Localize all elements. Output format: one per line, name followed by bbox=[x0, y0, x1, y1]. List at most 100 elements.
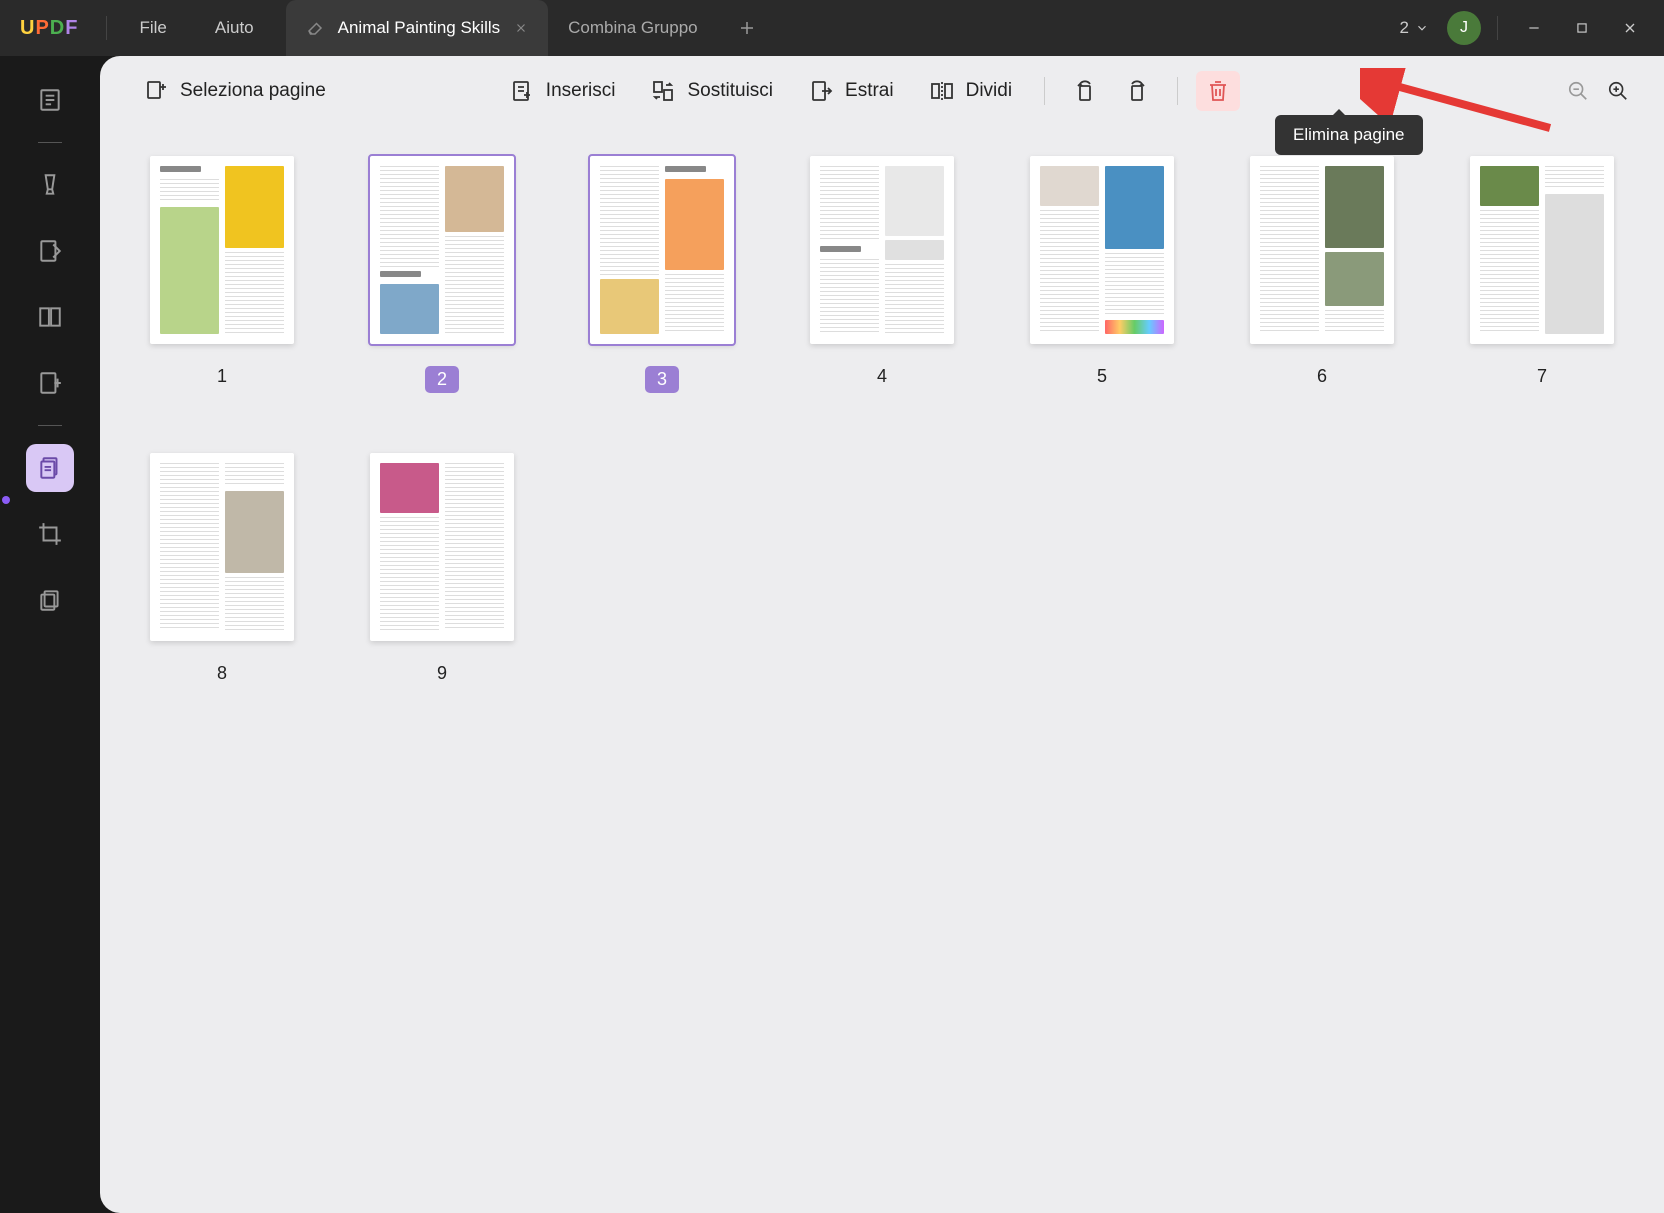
extract-label: Estrai bbox=[845, 80, 894, 102]
annotate-button[interactable] bbox=[26, 161, 74, 209]
close-icon bbox=[1622, 20, 1638, 36]
titlebar-right: 2 J bbox=[1390, 8, 1664, 48]
pages-grid: 1 2 3 4 5 6 bbox=[100, 126, 1664, 1213]
divider bbox=[1497, 16, 1498, 40]
rotate-left-icon bbox=[1073, 79, 1097, 103]
tab-active[interactable]: Animal Painting Skills bbox=[286, 0, 549, 56]
avatar[interactable]: J bbox=[1447, 11, 1481, 45]
form-icon bbox=[37, 304, 63, 330]
close-icon[interactable] bbox=[514, 21, 528, 35]
page-thumbnail[interactable] bbox=[1250, 156, 1394, 344]
rotate-right-icon bbox=[1125, 79, 1149, 103]
page-thumbnail[interactable] bbox=[150, 453, 294, 641]
page-number: 6 bbox=[1317, 366, 1327, 387]
select-label: Seleziona pagine bbox=[180, 80, 326, 102]
divider bbox=[38, 425, 62, 426]
page-number: 8 bbox=[217, 663, 227, 684]
zoom-out-icon bbox=[1567, 80, 1589, 102]
main: Seleziona pagine Inserisci Sostituisci E… bbox=[0, 56, 1664, 1213]
page-toolbar: Seleziona pagine Inserisci Sostituisci E… bbox=[100, 56, 1664, 126]
count-dropdown[interactable]: 2 bbox=[1390, 18, 1439, 38]
eraser-icon bbox=[306, 19, 324, 37]
extract-icon bbox=[809, 79, 833, 103]
ocr-icon bbox=[37, 370, 63, 396]
minimize-button[interactable] bbox=[1514, 8, 1554, 48]
zoom-in-icon bbox=[1607, 80, 1629, 102]
tab-inactive[interactable]: Combina Gruppo bbox=[548, 0, 717, 56]
page-number: 9 bbox=[437, 663, 447, 684]
page-number: 7 bbox=[1537, 366, 1547, 387]
page-thumbnail[interactable] bbox=[370, 156, 514, 344]
split-icon bbox=[930, 79, 954, 103]
tabs: Animal Painting Skills Combina Gruppo bbox=[286, 0, 776, 56]
page-item: 9 bbox=[370, 453, 514, 684]
divider bbox=[38, 142, 62, 143]
page-thumbnail[interactable] bbox=[810, 156, 954, 344]
page-thumbnail[interactable] bbox=[1030, 156, 1174, 344]
left-sidebar bbox=[0, 56, 100, 1213]
plus-icon bbox=[738, 19, 756, 37]
close-button[interactable] bbox=[1610, 8, 1650, 48]
page-number: 5 bbox=[1097, 366, 1107, 387]
ocr-button[interactable] bbox=[26, 359, 74, 407]
layers-icon bbox=[37, 587, 63, 613]
page-item: 1 bbox=[150, 156, 294, 393]
delete-pages-button[interactable] bbox=[1196, 71, 1240, 111]
crop-icon bbox=[37, 521, 63, 547]
extract-button[interactable]: Estrai bbox=[795, 71, 908, 111]
insert-icon bbox=[510, 79, 534, 103]
rotate-right-button[interactable] bbox=[1115, 71, 1159, 111]
split-button[interactable]: Dividi bbox=[916, 71, 1026, 111]
page-thumbnail[interactable] bbox=[370, 453, 514, 641]
page-item: 6 bbox=[1250, 156, 1394, 393]
insert-button[interactable]: Inserisci bbox=[496, 71, 630, 111]
reader-mode-button[interactable] bbox=[26, 76, 74, 124]
maximize-button[interactable] bbox=[1562, 8, 1602, 48]
page-thumbnail[interactable] bbox=[1470, 156, 1614, 344]
chevron-down-icon bbox=[1415, 21, 1429, 35]
select-icon bbox=[144, 79, 168, 103]
menu-file[interactable]: File bbox=[115, 18, 190, 38]
content-panel: Seleziona pagine Inserisci Sostituisci E… bbox=[100, 56, 1664, 1213]
crop-button[interactable] bbox=[26, 510, 74, 558]
tab-label: Combina Gruppo bbox=[568, 18, 697, 38]
pages-icon bbox=[37, 455, 63, 481]
add-tab-button[interactable] bbox=[718, 0, 776, 56]
page-item: 8 bbox=[150, 453, 294, 684]
organize-pages-button[interactable] bbox=[26, 444, 74, 492]
replace-button[interactable]: Sostituisci bbox=[637, 71, 787, 111]
divider bbox=[1177, 77, 1178, 105]
page-item: 5 bbox=[1030, 156, 1174, 393]
edit-page-icon bbox=[37, 238, 63, 264]
count-value: 2 bbox=[1400, 18, 1409, 38]
replace-icon bbox=[651, 79, 675, 103]
rotate-left-button[interactable] bbox=[1063, 71, 1107, 111]
select-pages-button[interactable]: Seleziona pagine bbox=[130, 71, 340, 111]
page-item: 3 bbox=[590, 156, 734, 393]
app-logo: UPDF bbox=[0, 17, 98, 40]
page-number: 4 bbox=[877, 366, 887, 387]
minimize-icon bbox=[1527, 21, 1541, 35]
page-number: 3 bbox=[645, 366, 679, 393]
maximize-icon bbox=[1575, 21, 1589, 35]
compress-button[interactable] bbox=[26, 576, 74, 624]
toolbar-right bbox=[1562, 75, 1634, 107]
trash-icon bbox=[1206, 79, 1230, 103]
page-item: 7 bbox=[1470, 156, 1614, 393]
insert-label: Inserisci bbox=[546, 80, 616, 102]
edit-button[interactable] bbox=[26, 227, 74, 275]
page-thumbnail[interactable] bbox=[150, 156, 294, 344]
zoom-in-button[interactable] bbox=[1602, 75, 1634, 107]
form-button[interactable] bbox=[26, 293, 74, 341]
replace-label: Sostituisci bbox=[687, 80, 773, 102]
zoom-out-button[interactable] bbox=[1562, 75, 1594, 107]
page-number: 1 bbox=[217, 366, 227, 387]
page-item: 4 bbox=[810, 156, 954, 393]
document-icon bbox=[37, 87, 63, 113]
titlebar: UPDF File Aiuto Animal Painting Skills C… bbox=[0, 0, 1664, 56]
page-item: 2 bbox=[370, 156, 514, 393]
active-indicator bbox=[2, 496, 10, 504]
divider bbox=[106, 16, 107, 40]
menu-help[interactable]: Aiuto bbox=[191, 18, 278, 38]
page-thumbnail[interactable] bbox=[590, 156, 734, 344]
